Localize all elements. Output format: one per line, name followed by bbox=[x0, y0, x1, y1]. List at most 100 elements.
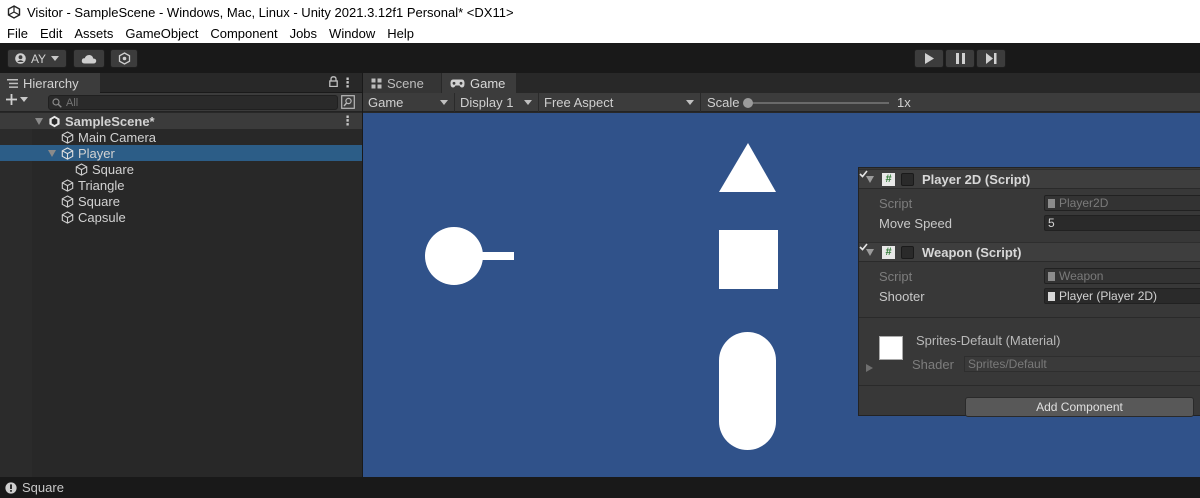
chevron-down-icon bbox=[20, 96, 28, 102]
play-icon bbox=[924, 53, 934, 64]
cloud-button[interactable] bbox=[73, 49, 105, 68]
display-dropdown[interactable]: Display 1 bbox=[455, 92, 539, 112]
hierarchy-search-input[interactable] bbox=[62, 96, 312, 109]
gameobject-cube-icon bbox=[61, 130, 74, 144]
gameobject-cube-icon bbox=[61, 210, 74, 224]
pause-button[interactable] bbox=[945, 49, 975, 68]
csharp-script-icon: # bbox=[882, 245, 895, 259]
script-file-icon bbox=[1048, 198, 1055, 208]
game-render-canvas[interactable]: # Player 2D (Script) Script Player2D Mov… bbox=[363, 113, 1200, 477]
scale-control: Scale 1x bbox=[701, 93, 1191, 112]
status-bar: Square bbox=[0, 477, 1200, 498]
square-sprite bbox=[719, 230, 778, 289]
tab-game[interactable]: Game bbox=[442, 73, 516, 93]
hierarchy-item-square[interactable]: Square bbox=[0, 193, 362, 209]
hierarchy-item-label: Square bbox=[92, 161, 134, 177]
hierarchy-item-triangle[interactable]: Triangle bbox=[0, 177, 362, 193]
hierarchy-tab-bar: Hierarchy ⋮ bbox=[0, 73, 362, 93]
prop-label-script: Script bbox=[879, 196, 913, 211]
menu-help[interactable]: Help bbox=[381, 24, 420, 43]
account-dropdown[interactable]: AY bbox=[7, 49, 67, 68]
gameobject-cube-icon bbox=[61, 178, 74, 192]
material-preview bbox=[879, 336, 903, 360]
move-speed-field[interactable]: 5 bbox=[1044, 215, 1200, 231]
enabled-checkbox[interactable] bbox=[859, 170, 914, 186]
hierarchy-scene-row[interactable]: SampleScene* ⋮ bbox=[0, 113, 362, 129]
add-component-button[interactable]: Add Component bbox=[965, 397, 1194, 417]
material-name: Sprites-Default (Material) bbox=[916, 333, 1061, 348]
hierarchy-item-label: Main Camera bbox=[78, 129, 157, 145]
cloud-icon bbox=[81, 54, 97, 63]
lock-icon[interactable] bbox=[329, 76, 338, 87]
list-icon bbox=[7, 78, 18, 88]
checkmark-icon bbox=[859, 170, 868, 178]
search-mode-icon[interactable] bbox=[341, 95, 355, 109]
info-icon bbox=[5, 481, 17, 494]
component-header-weapon[interactable]: # Weapon (Script) bbox=[859, 242, 1200, 262]
hierarchy-panel: Hierarchy ⋮ All SampleScene* ⋮ Main Came… bbox=[0, 73, 362, 477]
script-reference: Weapon bbox=[1059, 269, 1104, 283]
prop-value-script[interactable]: Player2D bbox=[1044, 195, 1200, 211]
display-label: Display 1 bbox=[460, 94, 514, 110]
hierarchy-item-label: Capsule bbox=[78, 209, 126, 225]
component-title: Weapon (Script) bbox=[922, 244, 1022, 260]
aspect-dropdown[interactable]: Free Aspect bbox=[539, 92, 701, 112]
menu-file[interactable]: File bbox=[0, 24, 34, 43]
menu-edit[interactable]: Edit bbox=[34, 24, 68, 43]
play-button[interactable] bbox=[914, 49, 944, 68]
player-circle bbox=[425, 227, 483, 285]
hierarchy-item-label: Player bbox=[78, 145, 115, 161]
scale-slider-thumb[interactable] bbox=[743, 97, 753, 108]
tab-scene[interactable]: Scene bbox=[363, 73, 441, 93]
shooter-object-field[interactable]: Player (Player 2D) bbox=[1044, 288, 1200, 304]
component-header-player2d[interactable]: # Player 2D (Script) bbox=[859, 169, 1200, 189]
scene-name: SampleScene* bbox=[65, 113, 155, 129]
kebab-menu-icon[interactable]: ⋮ bbox=[341, 75, 354, 91]
hierarchy-item-player-square[interactable]: Square bbox=[0, 161, 362, 177]
game-mode-dropdown[interactable]: Game bbox=[363, 92, 455, 112]
collapse-toggle-icon[interactable] bbox=[35, 117, 43, 125]
menu-window[interactable]: Window bbox=[323, 24, 381, 43]
gameobject-cube-icon bbox=[61, 146, 74, 160]
plus-icon bbox=[6, 94, 17, 105]
triangle-sprite bbox=[719, 143, 776, 192]
game-view-tab-bar: Scene Game bbox=[363, 73, 1200, 93]
player-gun-square bbox=[478, 252, 514, 260]
hierarchy-item-player[interactable]: Player bbox=[0, 145, 362, 161]
tab-hierarchy[interactable]: Hierarchy bbox=[0, 73, 100, 93]
enabled-checkbox[interactable] bbox=[859, 243, 914, 259]
scene-kebab-icon[interactable]: ⋮ bbox=[341, 113, 354, 129]
prop-label-script: Script bbox=[879, 269, 913, 284]
collab-icon bbox=[118, 52, 130, 65]
shader-label: Shader bbox=[912, 357, 954, 372]
hierarchy-search bbox=[48, 95, 338, 110]
step-icon bbox=[985, 53, 996, 64]
menu-gameobject[interactable]: GameObject bbox=[119, 24, 204, 43]
account-label: AY bbox=[30, 51, 47, 66]
prop-label-move-speed: Move Speed bbox=[879, 216, 952, 231]
hierarchy-item-main-camera[interactable]: Main Camera bbox=[0, 129, 362, 145]
collapse-toggle-icon[interactable] bbox=[48, 149, 56, 157]
game-mode-label: Game bbox=[368, 94, 404, 110]
game-view-toolbar: Game Display 1 Free Aspect Scale 1x bbox=[363, 92, 1200, 112]
pause-icon bbox=[955, 53, 965, 64]
component-title: Player 2D (Script) bbox=[922, 171, 1031, 187]
create-dropdown-button[interactable] bbox=[6, 94, 28, 105]
collab-button[interactable] bbox=[110, 49, 138, 68]
player-sprite bbox=[425, 227, 514, 285]
inspector-overlay: # Player 2D (Script) Script Player2D Mov… bbox=[858, 167, 1200, 417]
scale-slider-track[interactable] bbox=[747, 101, 889, 104]
shader-dropdown[interactable]: Sprites/Default bbox=[964, 356, 1200, 372]
hierarchy-item-capsule[interactable]: Capsule bbox=[0, 209, 362, 225]
menu-component[interactable]: Component bbox=[204, 24, 283, 43]
scale-label: Scale bbox=[707, 94, 740, 110]
menu-assets[interactable]: Assets bbox=[68, 24, 119, 43]
chevron-down-icon bbox=[686, 99, 694, 105]
tab-game-label: Game bbox=[470, 75, 506, 91]
prop-value-script[interactable]: Weapon bbox=[1044, 268, 1200, 284]
shooter-reference: Player (Player 2D) bbox=[1059, 289, 1158, 303]
menu-jobs[interactable]: Jobs bbox=[284, 24, 323, 43]
expand-arrow-icon[interactable] bbox=[866, 364, 873, 372]
step-button[interactable] bbox=[976, 49, 1006, 68]
search-icon bbox=[52, 97, 62, 108]
